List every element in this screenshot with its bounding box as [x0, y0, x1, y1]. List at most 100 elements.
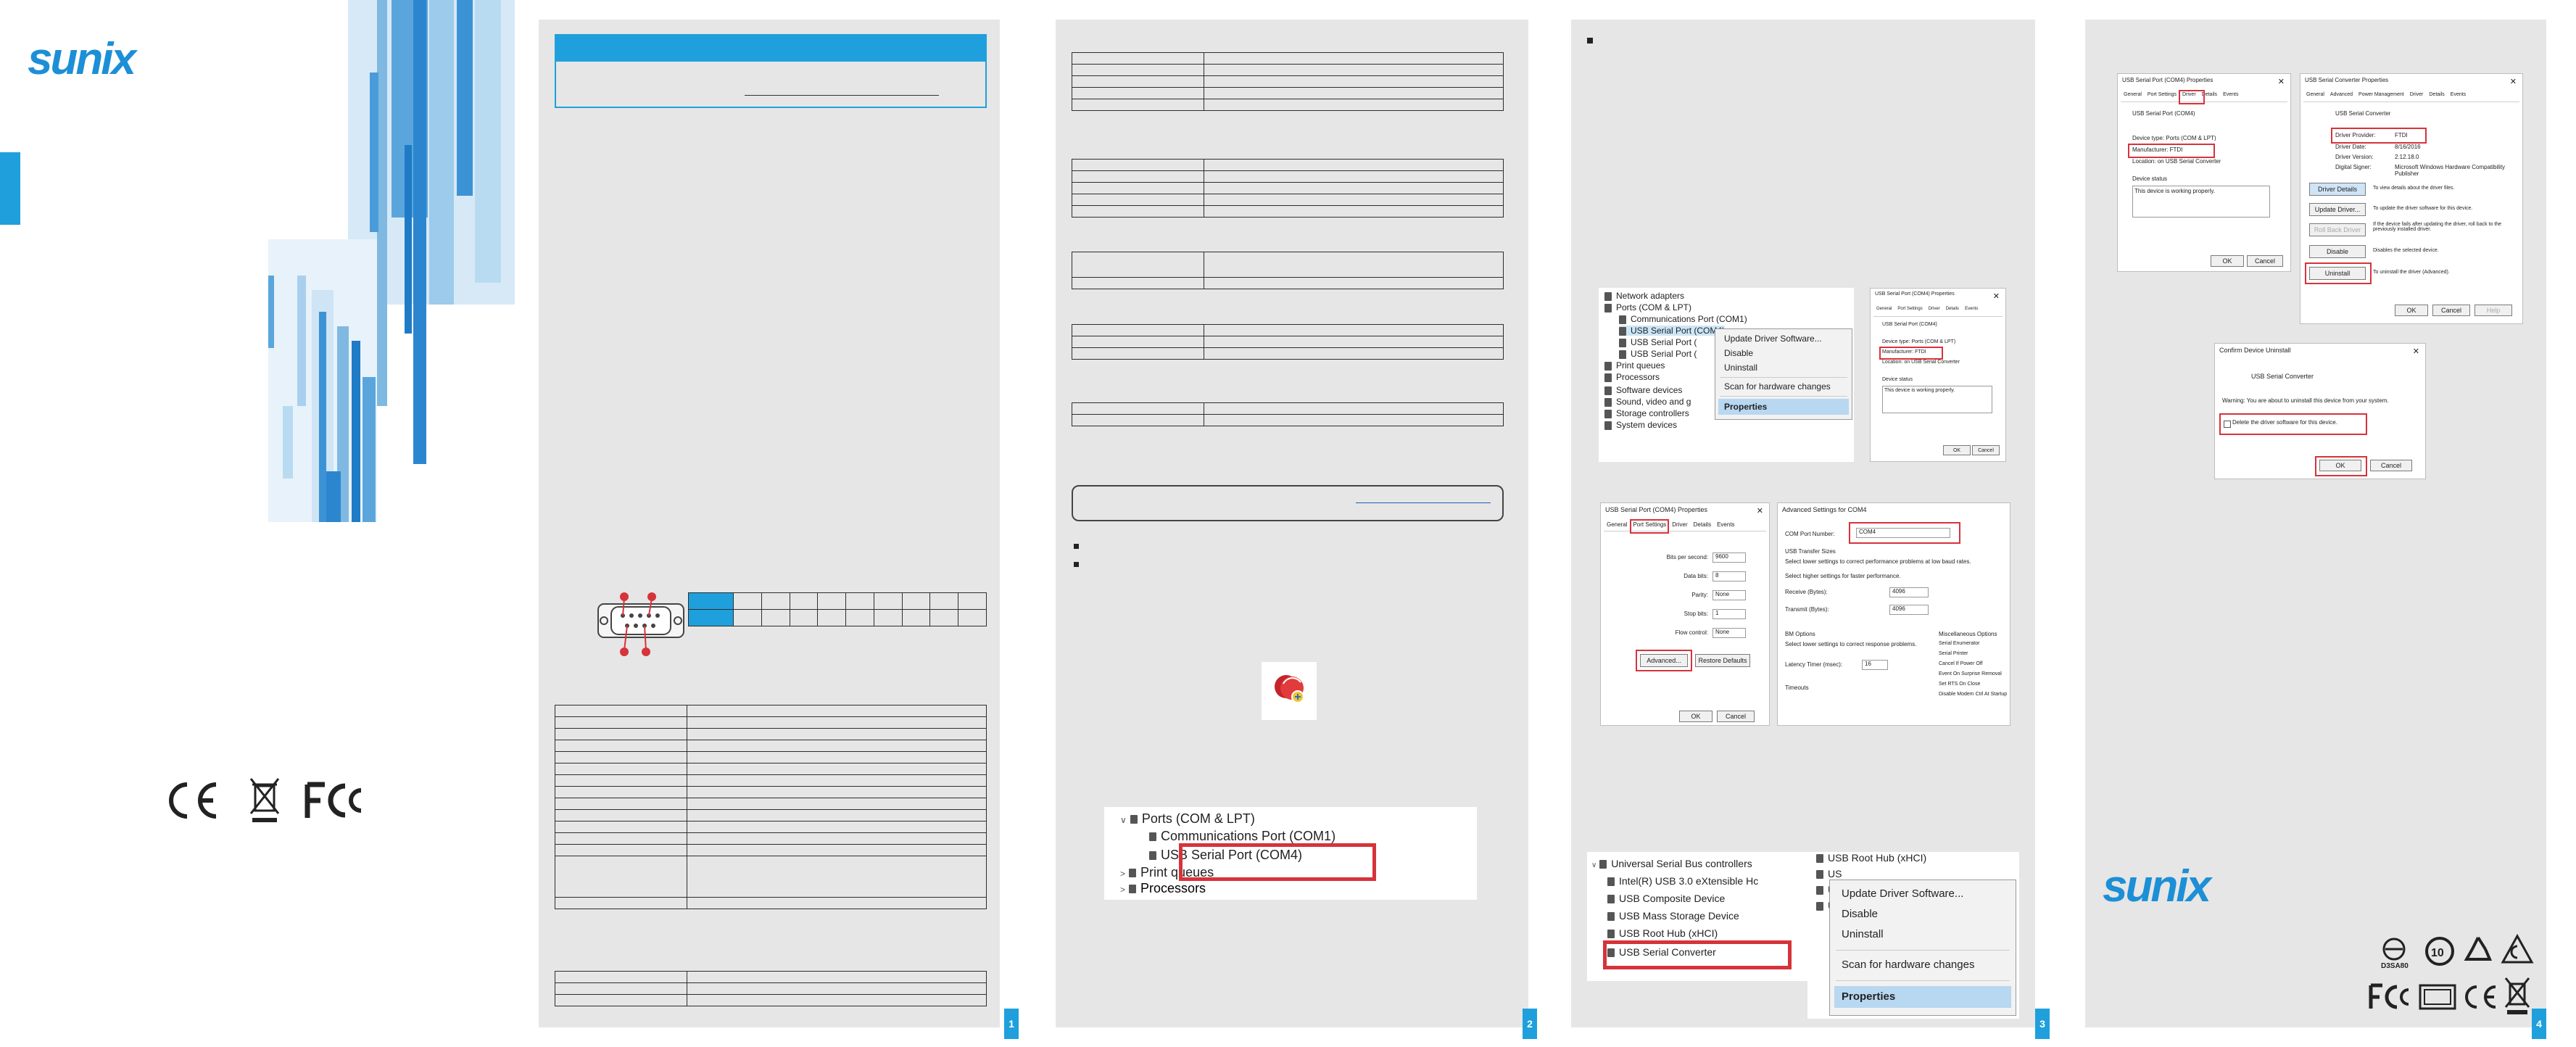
tab-events[interactable]: Events	[1962, 305, 1981, 313]
tree-network[interactable]: Network adapters	[1616, 291, 1684, 301]
tree-com-b[interactable]: USB Serial Port (	[1631, 349, 1697, 359]
menu-update[interactable]: Update Driver Software...	[1724, 334, 1822, 344]
cancel-button[interactable]: Cancel	[2370, 460, 2412, 471]
restore-defaults-button[interactable]: Restore Defaults	[1695, 654, 1750, 667]
tab-events[interactable]: Events	[2448, 90, 2469, 99]
highlight-manufacturer	[2128, 144, 2215, 158]
page-number: 2	[1523, 1009, 1537, 1039]
tab-details[interactable]: Details	[1943, 305, 1962, 313]
tree-intel-usb[interactable]: Intel(R) USB 3.0 eXtensible Hc	[1619, 875, 1758, 887]
usb-icon	[1607, 877, 1615, 887]
menu-properties[interactable]: Properties	[1724, 402, 1767, 412]
tree-com4[interactable]: USB Serial Port (COM4)	[1631, 326, 1725, 336]
d3sa80-icon: D3SA80	[2381, 938, 2409, 970]
tab-general[interactable]: General	[2303, 90, 2327, 99]
page-number: 1	[1004, 1009, 1019, 1039]
tab-general[interactable]: General	[1604, 519, 1630, 530]
close-icon[interactable]: ✕	[2413, 347, 2419, 356]
ok-button[interactable]: OK	[1679, 711, 1712, 722]
cancel-button[interactable]: Cancel	[2247, 255, 2283, 267]
tree-item-com1[interactable]: Communications Port (COM1)	[1161, 829, 1335, 843]
menu-update[interactable]: Update Driver Software...	[1842, 887, 1963, 900]
cert-marks-row	[165, 776, 368, 827]
latency-select[interactable]: 16	[1862, 660, 1888, 670]
context-menu: Update Driver Software... Disable Uninst…	[1829, 880, 2016, 1016]
cancel-button[interactable]: Cancel	[2432, 305, 2470, 316]
driver-table-5	[1072, 402, 1504, 426]
page-number: 3	[2035, 1009, 2050, 1039]
menu-disable[interactable]: Disable	[1724, 348, 1753, 358]
close-icon[interactable]: ✕	[2510, 77, 2517, 86]
sunix-logo: sunix	[28, 34, 136, 84]
menu-scan[interactable]: Scan for hardware changes	[1724, 381, 1831, 392]
tree-system[interactable]: System devices	[1616, 420, 1677, 430]
highlight-advanced	[1636, 650, 1692, 671]
ok-button[interactable]: OK	[2211, 255, 2244, 267]
tab-details[interactable]: Details	[2426, 90, 2447, 99]
tab-events[interactable]: Events	[1714, 519, 1737, 530]
installer-icon	[1262, 662, 1317, 720]
tree-root-hub[interactable]: USB Root Hub (xHCI)	[1619, 927, 1718, 939]
close-icon[interactable]: ✕	[2278, 77, 2285, 86]
baud-select[interactable]: 9600	[1712, 553, 1746, 563]
page-panel-1: 1	[539, 20, 1019, 1039]
status-box: This device is working properly.	[2132, 186, 2270, 218]
tree-item-processors-2[interactable]: Processors	[1140, 881, 1206, 895]
tree-storage[interactable]: Storage controllers	[1616, 408, 1689, 418]
help-button[interactable]: Help	[2474, 305, 2512, 316]
ok-button[interactable]: OK	[1943, 445, 1971, 455]
recycle-icon	[2464, 936, 2493, 961]
tab-events[interactable]: Events	[2220, 90, 2241, 99]
tab-driver[interactable]: Driver	[1926, 305, 1943, 313]
receive-select[interactable]: 4096	[1889, 587, 1929, 597]
roll-back-button[interactable]: Roll Back Driver	[2309, 223, 2366, 236]
update-driver-button[interactable]: Update Driver...	[2309, 203, 2366, 216]
tree-composite[interactable]: USB Composite Device	[1619, 893, 1725, 904]
menu-properties[interactable]: Properties	[1842, 990, 1895, 1003]
parity-select[interactable]: None	[1712, 590, 1746, 600]
menu-uninstall[interactable]: Uninstall	[1842, 928, 1884, 940]
tab-port-settings[interactable]: Port Settings	[2145, 90, 2179, 99]
bullet	[1074, 562, 1079, 567]
tree-item-ports[interactable]: Ports (COM & LPT)	[1142, 811, 1255, 826]
close-icon[interactable]: ✕	[1757, 506, 1763, 516]
menu-uninstall[interactable]: Uninstall	[1724, 363, 1757, 373]
cpu-icon	[1604, 373, 1612, 382]
tab-driver[interactable]: Driver	[1669, 519, 1690, 530]
cancel-button[interactable]: Cancel	[1717, 711, 1755, 722]
page-number: 4	[2532, 1009, 2546, 1039]
bullet	[1074, 544, 1079, 549]
driver-details-button[interactable]: Driver Details	[2309, 183, 2366, 196]
databits-select[interactable]: 8	[1712, 571, 1746, 582]
tree-sound[interactable]: Sound, video and g	[1616, 397, 1691, 407]
note-link-line[interactable]	[1356, 502, 1491, 503]
tree-com1[interactable]: Communications Port (COM1)	[1631, 314, 1747, 324]
ok-button[interactable]: OK	[2395, 305, 2428, 316]
transmit-select[interactable]: 4096	[1889, 605, 1929, 615]
tab-general[interactable]: General	[1873, 305, 1894, 313]
menu-disable[interactable]: Disable	[1842, 908, 1878, 920]
tree-proc[interactable]: Processors	[1616, 372, 1660, 382]
disable-button[interactable]: Disable	[2309, 245, 2366, 258]
tree-print[interactable]: Print queues	[1616, 360, 1665, 371]
tree-usb-controllers[interactable]: Universal Serial Bus controllers	[1611, 858, 1752, 869]
tab-general[interactable]: General	[2121, 90, 2145, 99]
tab-port-settings[interactable]: Port Settings	[1894, 305, 1925, 313]
flow-select[interactable]: None	[1712, 628, 1746, 638]
port-icon	[1619, 349, 1626, 359]
tree-root-hub-2[interactable]: USB Root Hub (xHCI)	[1828, 852, 1926, 864]
tree-soft[interactable]: Software devices	[1616, 385, 1682, 395]
title-bar	[556, 36, 985, 62]
close-icon[interactable]: ✕	[1993, 291, 2000, 301]
tree-us-a[interactable]: US	[1828, 868, 1842, 880]
menu-scan[interactable]: Scan for hardware changes	[1842, 959, 1974, 971]
tree-com-a[interactable]: USB Serial Port (	[1631, 337, 1697, 347]
tab-advanced[interactable]: Advanced	[2327, 90, 2356, 99]
cancel-button[interactable]: Cancel	[1972, 445, 2000, 455]
tree-ports[interactable]: Ports (COM & LPT)	[1616, 302, 1691, 313]
tab-power[interactable]: Power Management	[2356, 90, 2407, 99]
tab-details[interactable]: Details	[1691, 519, 1714, 530]
stopbits-select[interactable]: 1	[1712, 609, 1746, 619]
tab-driver[interactable]: Driver	[2407, 90, 2427, 99]
tree-mass-storage[interactable]: USB Mass Storage Device	[1619, 910, 1739, 922]
